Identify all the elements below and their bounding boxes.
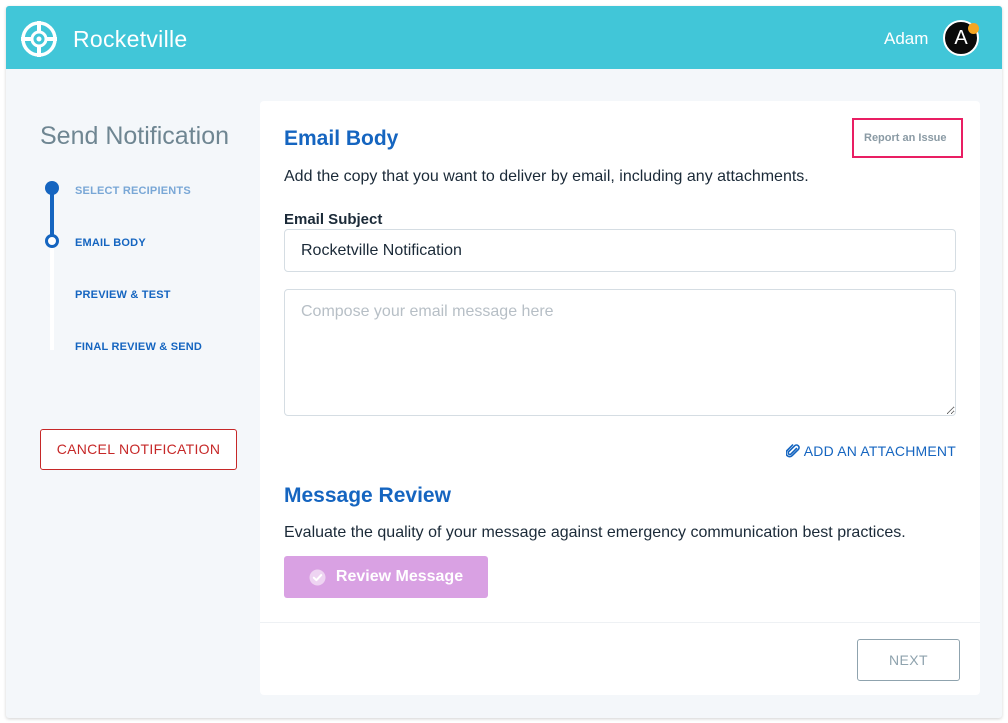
rocketville-logo-icon [21, 21, 57, 57]
add-attachment-label: ADD AN ATTACHMENT [803, 443, 956, 459]
user-name[interactable]: Adam [884, 29, 928, 49]
step-select-recipients[interactable]: SELECT RECIPIENTS [75, 185, 191, 197]
email-subject-label: Email Subject [284, 211, 383, 228]
step-final-review-send[interactable]: FINAL REVIEW & SEND [75, 341, 202, 353]
paperclip-icon [785, 444, 800, 458]
cancel-notification-button[interactable]: CANCEL NOTIFICATION [40, 429, 237, 470]
review-message-button[interactable]: Review Message [284, 556, 488, 598]
step-preview-test[interactable]: PREVIEW & TEST [75, 289, 171, 301]
report-issue-link[interactable]: Report an Issue [864, 132, 947, 144]
email-subject-input[interactable] [284, 229, 956, 272]
check-circle-icon [309, 569, 326, 585]
step-progress: SELECT RECIPIENTS EMAIL BODY PREVIEW & T… [40, 176, 240, 366]
email-body-heading: Email Body [284, 127, 399, 150]
message-review-description: Evaluate the quality of your message aga… [284, 524, 906, 541]
step-email-body[interactable]: EMAIL BODY [75, 237, 146, 249]
brand-name: Rocketville [73, 26, 188, 52]
email-body-description: Add the copy that you want to deliver by… [284, 168, 809, 185]
step-dot-completed [45, 181, 59, 195]
report-issue-highlight: Report an Issue [852, 118, 963, 158]
next-button[interactable]: NEXT [857, 639, 960, 681]
review-message-label: Review Message [335, 568, 464, 585]
top-bar: Rocketville Adam A [6, 6, 1002, 69]
step-dot-current [45, 234, 59, 248]
app-window: Rocketville Adam A Send Notification SEL… [6, 6, 1002, 718]
notification-dot [968, 23, 979, 34]
sidebar-title: Send Notification [40, 122, 230, 150]
email-body-textarea[interactable] [284, 289, 956, 416]
message-review-heading: Message Review [284, 484, 451, 507]
card-divider [260, 622, 980, 623]
add-attachment-link[interactable]: ADD AN ATTACHMENT [785, 443, 956, 459]
email-body-card: Email Body Report an Issue Add the copy … [260, 101, 980, 695]
